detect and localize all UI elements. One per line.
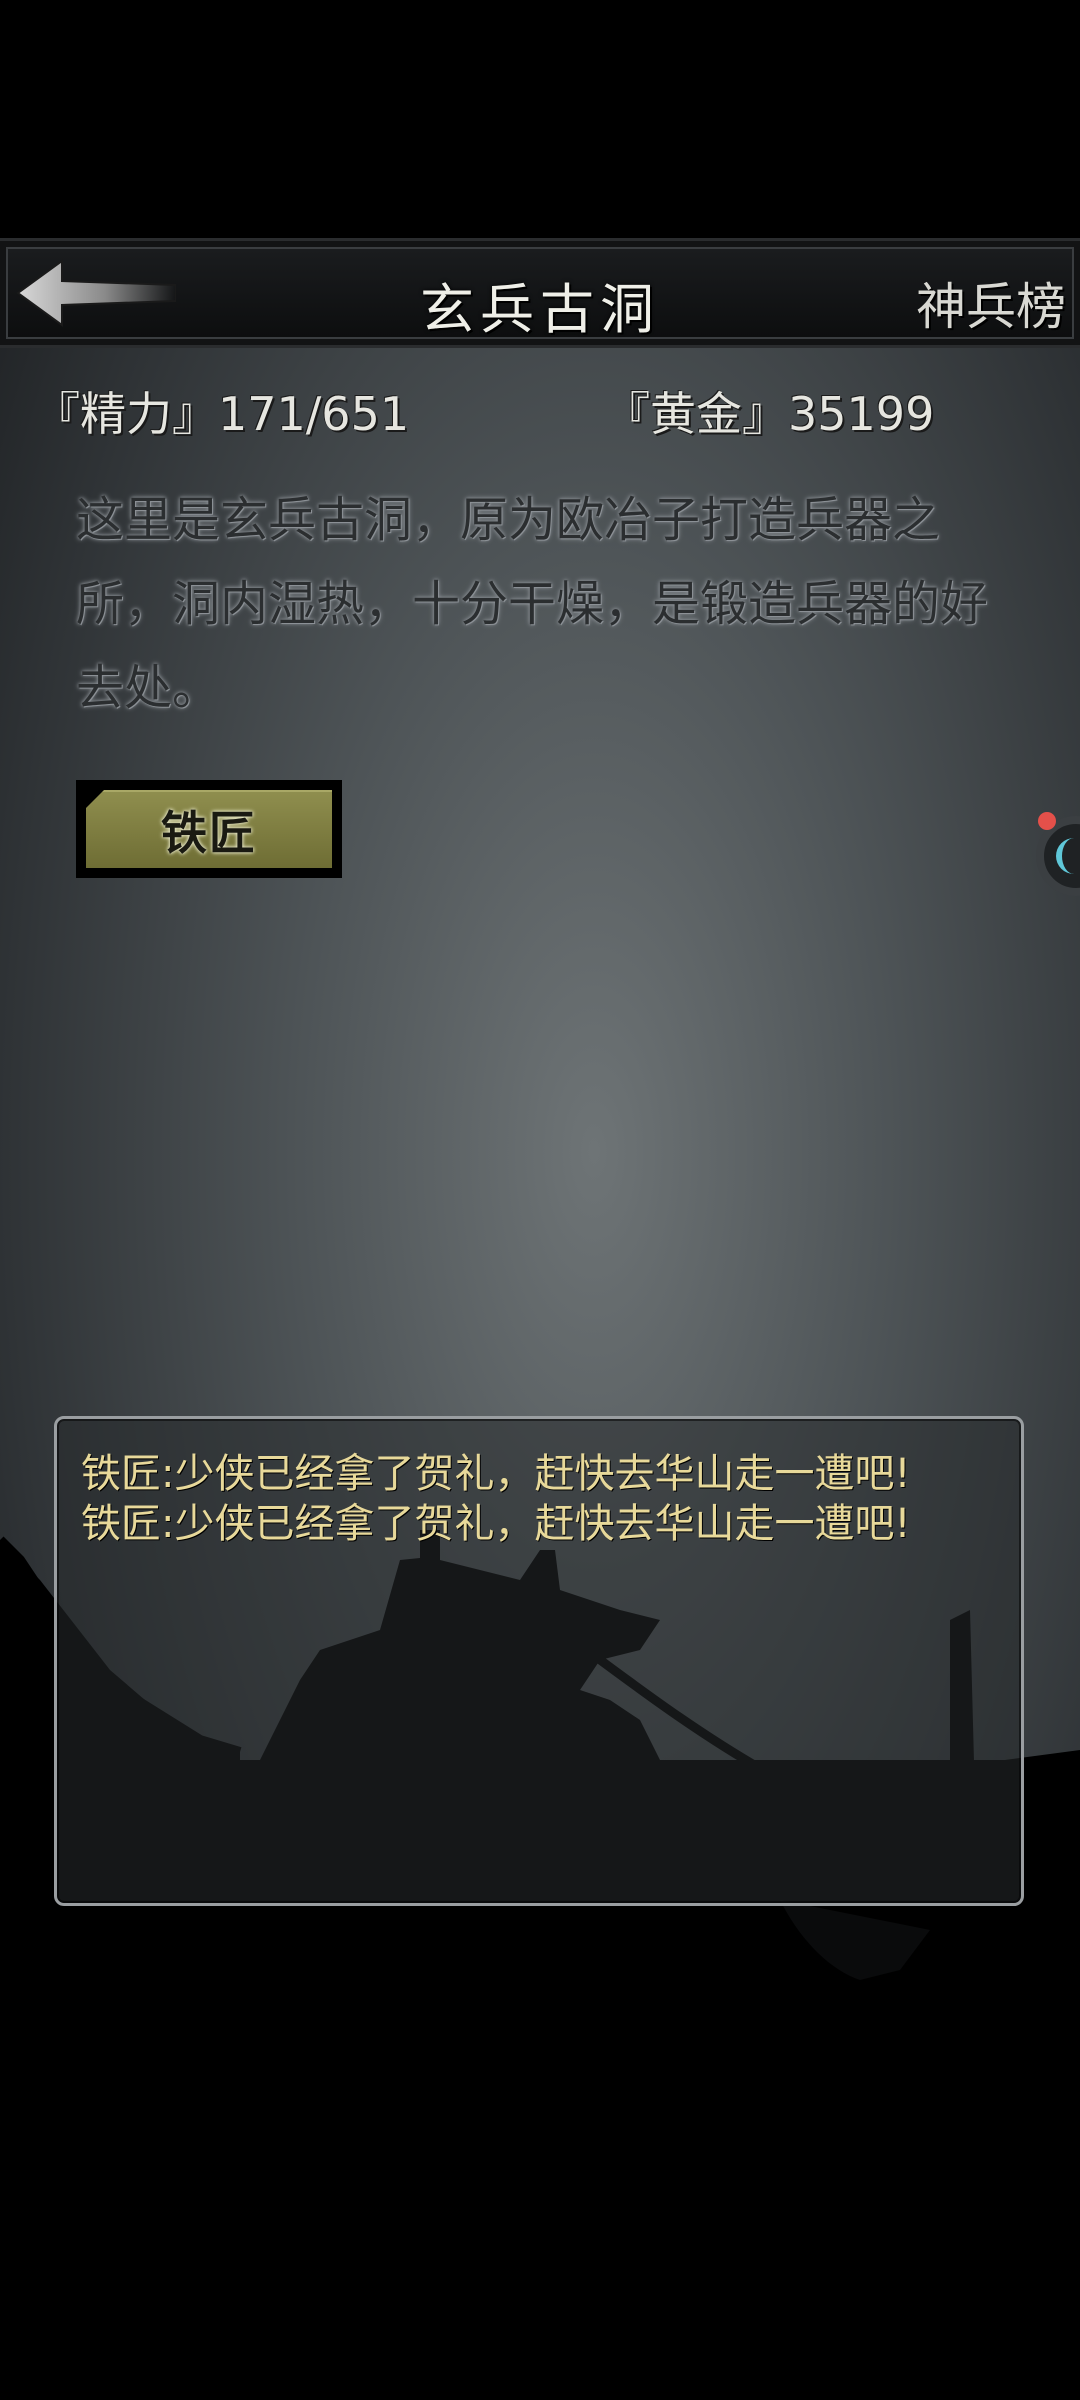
blacksmith-button-face: 铁匠	[86, 790, 332, 868]
weapon-ranking-button[interactable]: 神兵榜	[916, 267, 1066, 339]
location-description: 这里是玄兵古洞，原为欧冶子打造兵器之所，洞内湿热，十分干燥，是锻造兵器的好去处。	[76, 492, 989, 716]
gold-stat: 『黄金』35199	[604, 387, 935, 441]
assistant-arc-icon	[1056, 838, 1080, 874]
energy-stat: 『精力』171/651	[34, 387, 410, 441]
blacksmith-button[interactable]: 铁匠	[76, 780, 342, 878]
header-bar: 玄兵古洞 神兵榜	[0, 238, 1080, 348]
status-bar-area	[0, 0, 1080, 238]
blacksmith-button-label: 铁匠	[161, 806, 257, 860]
notification-dot	[1038, 812, 1056, 830]
game-screen: 玄兵古洞 神兵榜 『精力』171/651 『黄金』35199 这里是玄兵古洞，原…	[0, 0, 1080, 2400]
message-log-panel[interactable]: 铁匠:少侠已经拿了贺礼，赶快去华山走一遭吧! 铁匠:少侠已经拿了贺礼，赶快去华山…	[54, 1416, 1024, 1906]
log-line: 铁匠:少侠已经拿了贺礼，赶快去华山走一遭吧!	[81, 1501, 911, 1547]
